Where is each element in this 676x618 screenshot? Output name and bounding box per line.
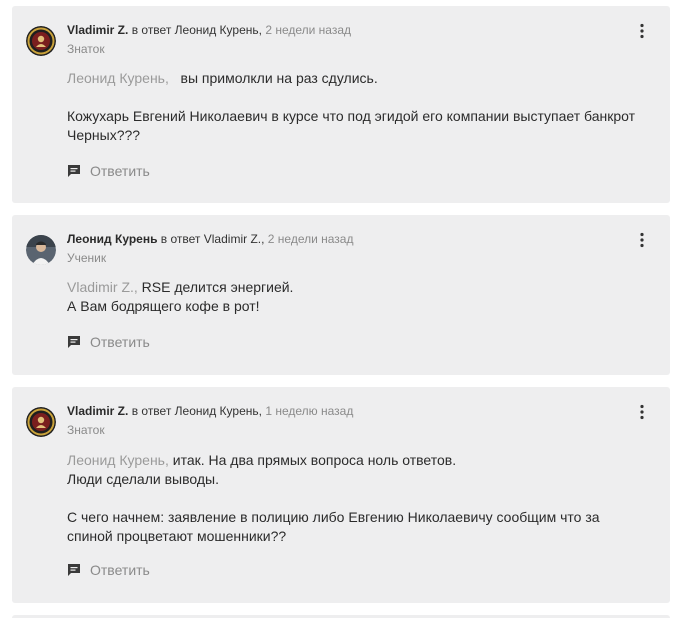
- reply-to-name[interactable]: Vladimir Z.: [204, 232, 261, 246]
- text-line: вы примолкли на раз сдулись.: [168, 70, 378, 86]
- reply-prefix: в ответ: [128, 404, 175, 418]
- reply-prefix: в ответ: [128, 23, 175, 37]
- comment-bubble-icon: [68, 564, 80, 576]
- avatar[interactable]: [26, 26, 56, 56]
- reply-button[interactable]: Ответить: [67, 562, 150, 578]
- mention-link[interactable]: Леонид Курень,: [67, 452, 169, 468]
- comment-text: Vladimir Z., RSE делится энергией. А Вам…: [67, 278, 647, 316]
- text-line: спиной процветают мошенники??: [67, 528, 287, 544]
- comment-bubble-icon: [68, 165, 80, 177]
- timestamp[interactable]: 2 недели назад: [265, 23, 351, 37]
- author-name[interactable]: Vladimir Z.: [67, 23, 128, 37]
- timestamp[interactable]: 2 недели назад: [268, 232, 354, 246]
- author-name[interactable]: Vladimir Z.: [67, 404, 128, 418]
- reply-label: Ответить: [90, 163, 150, 179]
- comment-card: Vladimir Z. в ответ Леонид Курень, 1 нед…: [12, 387, 670, 603]
- author-name[interactable]: Леонид Курень: [67, 232, 157, 246]
- text-line: итак. На два прямых вопроса ноль ответов…: [168, 452, 457, 468]
- avatar[interactable]: [26, 235, 56, 265]
- reply-label: Ответить: [90, 562, 150, 578]
- comment-meta: Vladimir Z. в ответ Леонид Курень, 2 нед…: [67, 22, 351, 38]
- reply-button[interactable]: Ответить: [67, 334, 150, 350]
- user-rank: Знаток: [67, 423, 105, 437]
- comments-feed: Vladimir Z. в ответ Леонид Курень, 2 нед…: [0, 0, 676, 618]
- comment-meta: Vladimir Z. в ответ Леонид Курень, 1 нед…: [67, 403, 353, 419]
- comment-card: Vladimir Z. в ответ Леонид Курень, 2 нед…: [12, 6, 670, 203]
- comment-text: Леонид Курень, итак. На два прямых вопро…: [67, 451, 647, 546]
- comment-text: Леонид Курень, вы примолкли на раз сдули…: [67, 69, 647, 145]
- avatar[interactable]: [26, 407, 56, 437]
- user-rank: Ученик: [67, 251, 107, 265]
- reply-prefix: в ответ: [157, 232, 204, 246]
- comment-bubble-icon: [68, 336, 80, 348]
- kebab-menu-icon[interactable]: [634, 232, 650, 248]
- reply-label: Ответить: [90, 334, 150, 350]
- text-line: А Вам бодрящего кофе в рот!: [67, 298, 260, 314]
- mention-link[interactable]: Vladimir Z.,: [67, 279, 138, 295]
- reply-to-name[interactable]: Леонид Курень: [175, 404, 259, 418]
- separator: ,: [261, 232, 268, 246]
- text-line: Люди сделали выводы.: [67, 471, 219, 487]
- reply-to-name[interactable]: Леонид Курень: [175, 23, 259, 37]
- reply-button[interactable]: Ответить: [67, 163, 150, 179]
- kebab-menu-icon[interactable]: [634, 404, 650, 420]
- mention-link[interactable]: Леонид Курень,: [67, 70, 169, 86]
- text-line: С чего начнем: заявление в полицию либо …: [67, 509, 600, 525]
- text-line: RSE делится энергией.: [137, 279, 294, 295]
- kebab-menu-icon[interactable]: [634, 23, 650, 39]
- text-line: Кожухарь Евгений Николаевич в курсе что …: [67, 108, 636, 124]
- comment-card: Леонид Курень в ответ Vladimir Z., 2 нед…: [12, 215, 670, 375]
- text-line: Черных???: [67, 127, 141, 143]
- comment-meta: Леонид Курень в ответ Vladimir Z., 2 нед…: [67, 231, 354, 247]
- user-rank: Знаток: [67, 42, 105, 56]
- timestamp[interactable]: 1 неделю назад: [265, 404, 353, 418]
